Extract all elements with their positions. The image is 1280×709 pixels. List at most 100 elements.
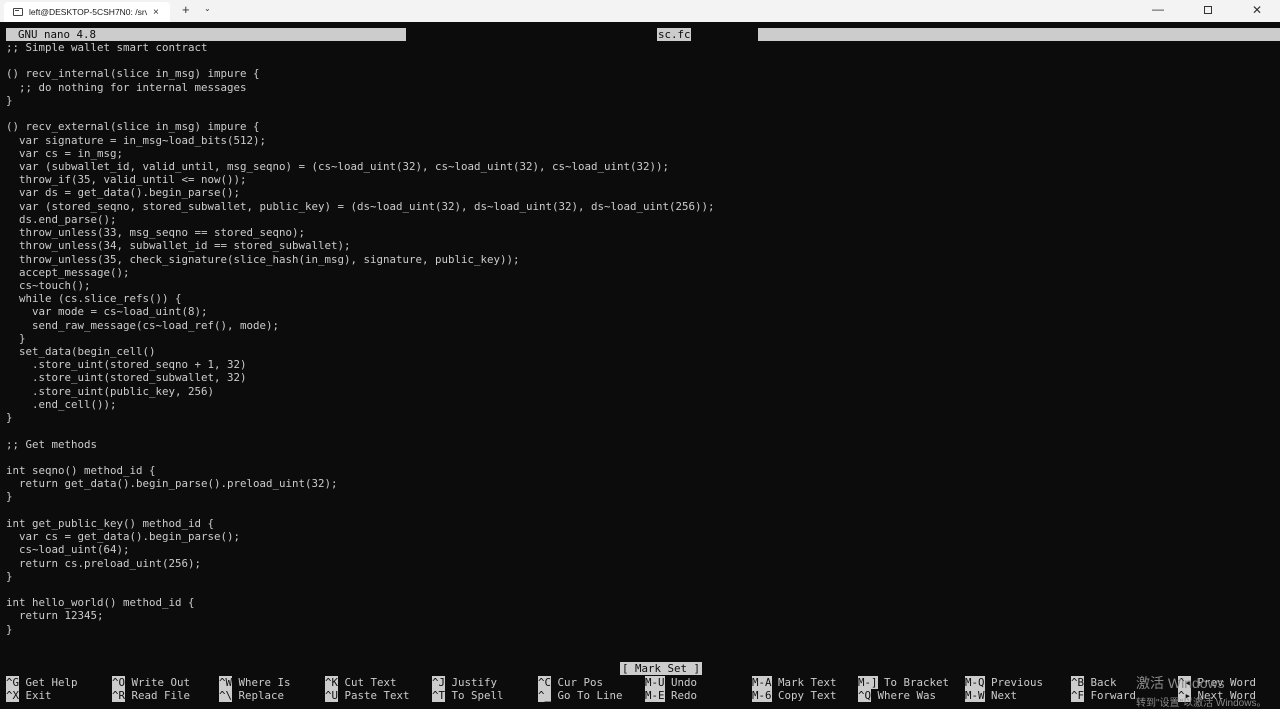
shortcut-item: ^W Where Is: [219, 676, 291, 689]
code-line: .end_cell());: [6, 397, 117, 411]
shortcut-key: ^Q: [858, 689, 872, 702]
code-line: return 12345;: [6, 609, 104, 623]
code-line: throw_unless(33, msg_seqno == stored_seq…: [6, 226, 306, 240]
minimize-button[interactable]: —: [1152, 2, 1164, 16]
shortcut-item: ^U Paste Text: [325, 689, 410, 702]
maximize-button[interactable]: [1204, 6, 1212, 14]
shortcut-key: ^W: [219, 676, 233, 689]
code-line: var ds = get_data().begin_parse();: [6, 186, 241, 200]
code-line: ;; Simple wallet smart contract: [6, 41, 208, 54]
shortcut-label: Mark Text: [771, 676, 837, 689]
shortcut-key: M-W: [965, 689, 985, 702]
shortcut-item: ^C Cur Pos: [538, 676, 603, 689]
shortcut-key: ^T: [432, 689, 446, 702]
code-line: return cs.preload_uint(256);: [6, 556, 202, 570]
code-line: accept_message();: [6, 265, 130, 279]
code-line: () recv_internal(slice in_msg) impure {: [6, 67, 260, 81]
shortcut-label: Justify: [445, 676, 498, 689]
code-line: var cs = get_data().begin_parse();: [6, 530, 241, 544]
code-line: var cs = in_msg;: [6, 146, 124, 160]
shortcut-key: ^\: [219, 689, 233, 702]
code-line: cs~load_uint(64);: [6, 543, 130, 557]
shortcut-label: Get Help: [19, 676, 78, 689]
watermark-title: 激活 Windows: [1136, 675, 1225, 691]
shortcut-key: ^K: [325, 676, 339, 689]
shortcut-item: M-W Next: [965, 689, 1017, 702]
shortcut-label: Replace: [232, 689, 285, 702]
shortcut-item: ^B Back: [1071, 676, 1117, 689]
shortcut-label: Read File: [125, 689, 191, 702]
shortcut-item: ^J Justify: [432, 676, 497, 689]
tab-close-icon[interactable]: ×: [153, 7, 159, 18]
shortcut-key: ^B: [1071, 676, 1085, 689]
shortcut-item: ^R Read File: [112, 689, 190, 702]
shortcut-label: Copy Text: [771, 689, 837, 702]
code-line: send_raw_message(cs~load_ref(), mode);: [6, 318, 280, 332]
shortcut-item: ^F Forward: [1071, 689, 1136, 702]
shortcut-item: M-A Mark Text: [752, 676, 837, 689]
code-line: }: [6, 490, 13, 504]
shortcut-label: Where Is: [232, 676, 291, 689]
code-line: }: [6, 569, 13, 583]
code-line: int seqno() method_id {: [6, 464, 156, 477]
shortcut-key: ^U: [325, 689, 339, 702]
terminal-tab[interactable]: left@DESKTOP-5CSH7N0: /srv ×: [4, 2, 170, 22]
code-line: ;; Get methods: [6, 437, 98, 451]
chevron-down-icon[interactable]: ⌄: [204, 4, 211, 13]
shortcut-item: ^O Write Out: [112, 676, 190, 689]
code-line: .store_uint(public_key, 256): [6, 384, 215, 398]
terminal-area[interactable]: GNU nano 4.8 sc.fc ;; Simple wallet smar…: [0, 22, 1280, 709]
scrollbar[interactable]: [1274, 42, 1280, 650]
code-line: cs~touch();: [6, 278, 91, 292]
shortcut-item: M-E Redo: [645, 689, 697, 702]
code-line: }: [6, 622, 13, 636]
shortcut-key: ^_: [538, 689, 552, 702]
close-button[interactable]: ✕: [1252, 3, 1262, 17]
shortcut-item: ^K Cut Text: [325, 676, 397, 689]
code-line: set_data(begin_cell(): [6, 345, 156, 359]
code-line: }: [6, 331, 26, 345]
code-line: var (subwallet_id, valid_until, msg_seqn…: [6, 159, 670, 173]
shortcut-item: ^G Get Help: [6, 676, 78, 689]
shortcut-item: ^T To Spell: [432, 689, 504, 702]
nano-header: GNU nano 4.8 sc.fc: [6, 28, 1280, 41]
shortcut-label: Cur Pos: [551, 676, 604, 689]
shortcut-key: ^G: [6, 676, 20, 689]
code-editor[interactable]: ;; Simple wallet smart contract () recv_…: [6, 41, 715, 636]
nano-version: GNU nano 4.8: [18, 28, 97, 41]
shortcut-key: ^O: [112, 676, 126, 689]
tab-title: left@DESKTOP-5CSH7N0: /srv: [29, 7, 147, 17]
shortcut-item: ^X Exit: [6, 689, 52, 702]
activation-watermark: 激活 Windows 转到"设置"以激活 Windows。: [1136, 673, 1266, 709]
code-line: int get_public_key() method_id {: [6, 516, 215, 530]
code-line: throw_if(35, valid_until <= now());: [6, 173, 247, 187]
shortcut-label: Undo: [664, 676, 698, 689]
code-line: }: [6, 93, 13, 107]
code-line: throw_unless(34, subwallet_id == stored_…: [6, 239, 351, 253]
shortcut-key: M-]: [858, 676, 878, 689]
shortcut-item: ^_ Go To Line: [538, 689, 623, 702]
shortcut-item: M-U Undo: [645, 676, 697, 689]
new-tab-button[interactable]: +: [182, 2, 190, 17]
code-line: var mode = cs~load_uint(8);: [6, 305, 208, 319]
shortcut-item: M-6 Copy Text: [752, 689, 837, 702]
shortcut-key: ^X: [6, 689, 20, 702]
shortcut-label: Next: [984, 689, 1018, 702]
code-line: () recv_external(slice in_msg) impure {: [6, 120, 260, 134]
code-line: ds.end_parse();: [6, 212, 117, 226]
shortcut-key: M-Q: [965, 676, 985, 689]
code-line: throw_unless(35, check_signature(slice_h…: [6, 252, 520, 266]
shortcut-label: Back: [1084, 676, 1117, 689]
shortcut-label: Where Was: [871, 689, 937, 702]
shortcut-item: M-] To Bracket: [858, 676, 949, 689]
shortcut-key: M-A: [752, 676, 772, 689]
terminal-icon: [13, 8, 23, 16]
code-line: var (stored_seqno, stored_subwallet, pub…: [6, 199, 715, 213]
shortcut-label: Cut Text: [338, 676, 397, 689]
file-name: sc.fc: [658, 28, 691, 41]
shortcut-label: Redo: [664, 689, 698, 702]
shortcut-key: ^J: [432, 676, 446, 689]
code-line: .store_uint(stored_subwallet, 32): [6, 371, 247, 385]
code-line: .store_uint(stored_seqno + 1, 32): [6, 358, 247, 372]
shortcut-item: M-Q Previous: [965, 676, 1043, 689]
